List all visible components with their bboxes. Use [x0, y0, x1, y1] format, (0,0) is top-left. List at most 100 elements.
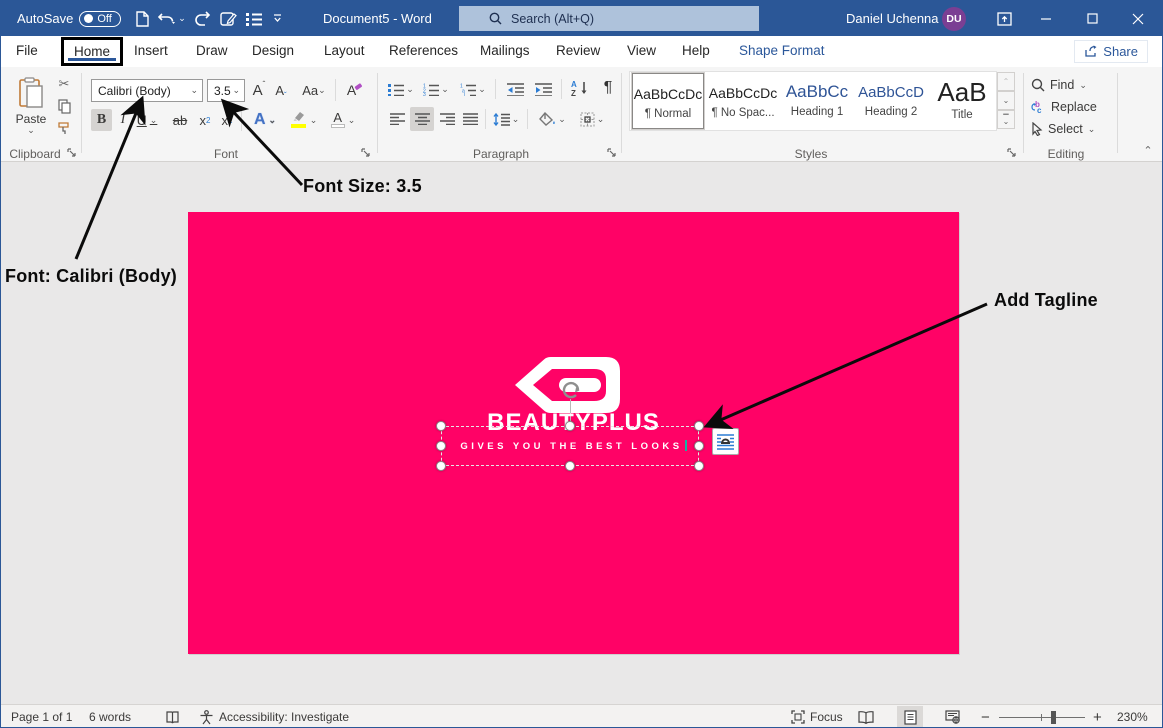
shading-button[interactable]: ⌄ [535, 109, 569, 129]
superscript-button[interactable]: x2 [217, 109, 237, 131]
qat-customize-chevron-icon[interactable] [267, 1, 287, 36]
tab-insert[interactable]: Insert [131, 36, 171, 65]
styles-scroll-up-icon[interactable]: ⌃ [997, 72, 1015, 91]
bold-button[interactable]: B [91, 109, 112, 131]
search-bar[interactable] [459, 6, 759, 31]
tab-view[interactable]: View [624, 36, 659, 65]
ribbon-display-options-icon[interactable] [987, 1, 1021, 36]
selection-handle-top-right[interactable] [694, 421, 704, 431]
autosave-pill[interactable]: Off [79, 11, 120, 27]
justify-button[interactable] [460, 109, 480, 129]
cut-button[interactable]: ✂ [53, 75, 75, 93]
share-button[interactable]: Share [1074, 40, 1148, 63]
save-pen-icon[interactable] [215, 1, 241, 36]
zoom-level[interactable]: 230% [1117, 705, 1148, 728]
selection-handle-bottom-left[interactable] [436, 461, 446, 471]
collapse-ribbon-icon[interactable]: ⌃ [1139, 143, 1157, 157]
styles-scroll-down-icon[interactable]: ⌄ [997, 91, 1015, 110]
decrease-indent-button[interactable] [503, 79, 527, 99]
styles-more-icon[interactable]: ▔⌄ [997, 110, 1015, 129]
align-center-button[interactable] [410, 107, 434, 131]
align-right-button[interactable] [437, 109, 457, 129]
font-size-combo[interactable]: 3.5⌄ [207, 79, 245, 102]
style-heading-1[interactable]: AaBbCc Heading 1 [781, 73, 853, 129]
tab-file[interactable]: File [13, 36, 41, 65]
increase-indent-button[interactable] [531, 79, 555, 99]
text-effects-button[interactable]: A⌄ [249, 109, 281, 131]
subscript-button[interactable]: x2 [195, 109, 215, 131]
line-spacing-button[interactable]: ⌄ [491, 109, 521, 129]
print-layout-icon[interactable] [897, 706, 923, 728]
rotate-handle-icon[interactable] [559, 378, 583, 402]
strikethrough-button[interactable]: ab [169, 109, 191, 131]
numbering-button[interactable]: 123⌄ [421, 79, 451, 99]
replace-button[interactable]: bc Replace [1031, 97, 1097, 117]
user-name[interactable]: Daniel Uchenna [846, 1, 939, 36]
zoom-out-button[interactable]: − [981, 705, 990, 728]
find-button[interactable]: Find⌄ [1031, 75, 1087, 95]
paste-button[interactable]: Paste ⌄ [11, 73, 51, 139]
redo-button[interactable] [189, 1, 215, 36]
paragraph-dialog-launcher[interactable] [607, 148, 618, 159]
tab-design[interactable]: Design [249, 36, 297, 65]
undo-button[interactable]: ⌄ [155, 1, 189, 36]
word-count[interactable]: 6 words [89, 705, 131, 728]
styles-dialog-launcher[interactable] [1007, 148, 1018, 159]
avatar[interactable]: DU [942, 7, 966, 31]
proofing-status-icon[interactable] [165, 705, 180, 728]
accessibility-status[interactable]: Accessibility: Investigate [199, 705, 349, 728]
change-case-button[interactable]: Aa⌄ [299, 79, 329, 101]
clipboard-dialog-launcher[interactable] [67, 148, 78, 159]
close-button[interactable] [1121, 1, 1155, 36]
document-area[interactable]: BEAUTYPLUS GIVES YOU THE BEST LOOKS [1, 162, 1162, 704]
bullets-button[interactable]: ⌄ [387, 79, 415, 99]
slide-canvas[interactable]: BEAUTYPLUS GIVES YOU THE BEST LOOKS [188, 212, 959, 654]
font-dialog-launcher[interactable] [361, 148, 372, 159]
selection-handle-mid-right[interactable] [694, 441, 704, 451]
format-painter-button[interactable] [53, 119, 75, 137]
tab-mailings[interactable]: Mailings [477, 36, 533, 65]
zoom-slider-thumb[interactable] [1051, 711, 1056, 724]
highlight-color-button[interactable]: ⌄ [287, 109, 321, 131]
style-title[interactable]: AaB Title [929, 73, 995, 129]
selection-handle-top-center[interactable] [565, 421, 575, 431]
search-input[interactable] [511, 12, 711, 26]
shrink-font-button[interactable]: Aˇ [271, 79, 291, 101]
underline-button[interactable]: U⌄ [133, 109, 161, 131]
style-no-spacing[interactable]: AaBbCcDc ¶ No Spac... [707, 73, 779, 129]
maximize-button[interactable] [1075, 1, 1109, 36]
selection-handle-top-left[interactable] [436, 421, 446, 431]
bullet-list-icon[interactable] [241, 1, 267, 36]
multilevel-list-button[interactable]: 1ai⌄ [457, 79, 489, 99]
borders-button[interactable]: ⌄ [575, 109, 609, 129]
focus-button[interactable]: Focus [791, 705, 843, 728]
zoom-slider-track[interactable] [999, 717, 1085, 718]
tab-draw[interactable]: Draw [193, 36, 231, 65]
selection-handle-mid-left[interactable] [436, 441, 446, 451]
tab-help[interactable]: Help [679, 36, 713, 65]
grow-font-button[interactable]: Aˆ [249, 79, 269, 101]
style-heading-2[interactable]: AaBbCcD Heading 2 [855, 73, 927, 129]
minimize-button[interactable] [1029, 1, 1063, 36]
textbox-selection[interactable] [441, 426, 699, 466]
font-color-button[interactable]: A ⌄ [327, 109, 359, 131]
web-layout-icon[interactable] [939, 706, 965, 728]
new-document-icon[interactable] [129, 1, 155, 36]
layout-options-button[interactable] [712, 428, 739, 455]
font-name-combo[interactable]: Calibri (Body)⌄ [91, 79, 203, 102]
italic-button[interactable]: I [115, 109, 131, 131]
autosave-toggle[interactable]: AutoSave Off [17, 1, 121, 36]
tab-home[interactable]: Home [61, 37, 123, 66]
tab-references[interactable]: References [386, 36, 461, 65]
selection-handle-bottom-center[interactable] [565, 461, 575, 471]
copy-button[interactable] [53, 97, 75, 115]
page-indicator[interactable]: Page 1 of 1 [11, 705, 72, 728]
align-left-button[interactable] [387, 109, 407, 129]
zoom-in-button[interactable]: + [1093, 705, 1102, 728]
tab-shape-format[interactable]: Shape Format [736, 36, 828, 65]
tab-layout[interactable]: Layout [321, 36, 368, 65]
sort-button[interactable]: AZ [567, 77, 595, 99]
clear-formatting-button[interactable]: A [343, 79, 367, 101]
read-mode-icon[interactable] [853, 706, 879, 728]
selection-handle-bottom-right[interactable] [694, 461, 704, 471]
